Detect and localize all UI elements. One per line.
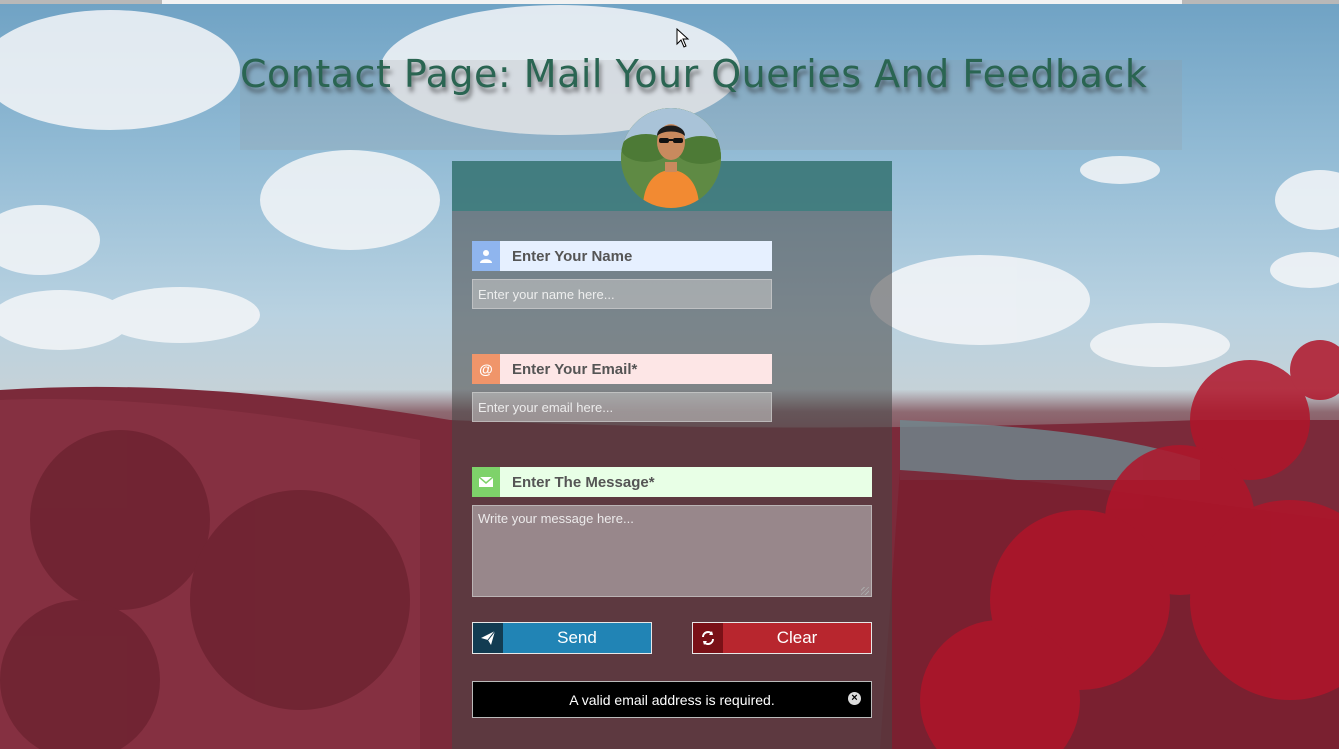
browser-strip-right [1182, 0, 1339, 4]
mouse-cursor-icon [676, 28, 690, 48]
browser-strip [162, 0, 1182, 4]
send-label: Send [557, 628, 597, 647]
resize-grip-icon[interactable] [861, 587, 869, 595]
envelope-icon [472, 467, 500, 497]
name-input[interactable] [472, 279, 772, 309]
browser-strip-left [0, 0, 162, 4]
message-label-bar: Enter The Message* [472, 467, 872, 497]
email-input[interactable] [472, 392, 772, 422]
send-button[interactable]: Send [472, 622, 652, 654]
alert-text: A valid email address is required. [569, 691, 775, 708]
paper-plane-icon [473, 623, 503, 653]
user-icon [472, 241, 500, 271]
close-icon[interactable]: × [848, 692, 861, 705]
message-label: Enter The Message* [512, 473, 655, 491]
avatar [621, 108, 721, 208]
at-sign-icon: @ [472, 354, 500, 384]
validation-alert: A valid email address is required. × [472, 681, 872, 718]
email-label-bar: @ Enter Your Email* [472, 354, 772, 384]
clear-label: Clear [776, 628, 818, 647]
page-title: Contact Page: Mail Your Queries And Feed… [240, 52, 1148, 96]
email-label: Enter Your Email* [512, 360, 638, 378]
clear-button[interactable]: Clear [692, 622, 872, 654]
page-background: Contact Page: Mail Your Queries And Feed… [0, 0, 1339, 749]
message-textarea[interactable] [472, 505, 872, 597]
name-label-bar: Enter Your Name [472, 241, 772, 271]
name-label: Enter Your Name [512, 247, 633, 265]
refresh-icon [693, 623, 723, 653]
